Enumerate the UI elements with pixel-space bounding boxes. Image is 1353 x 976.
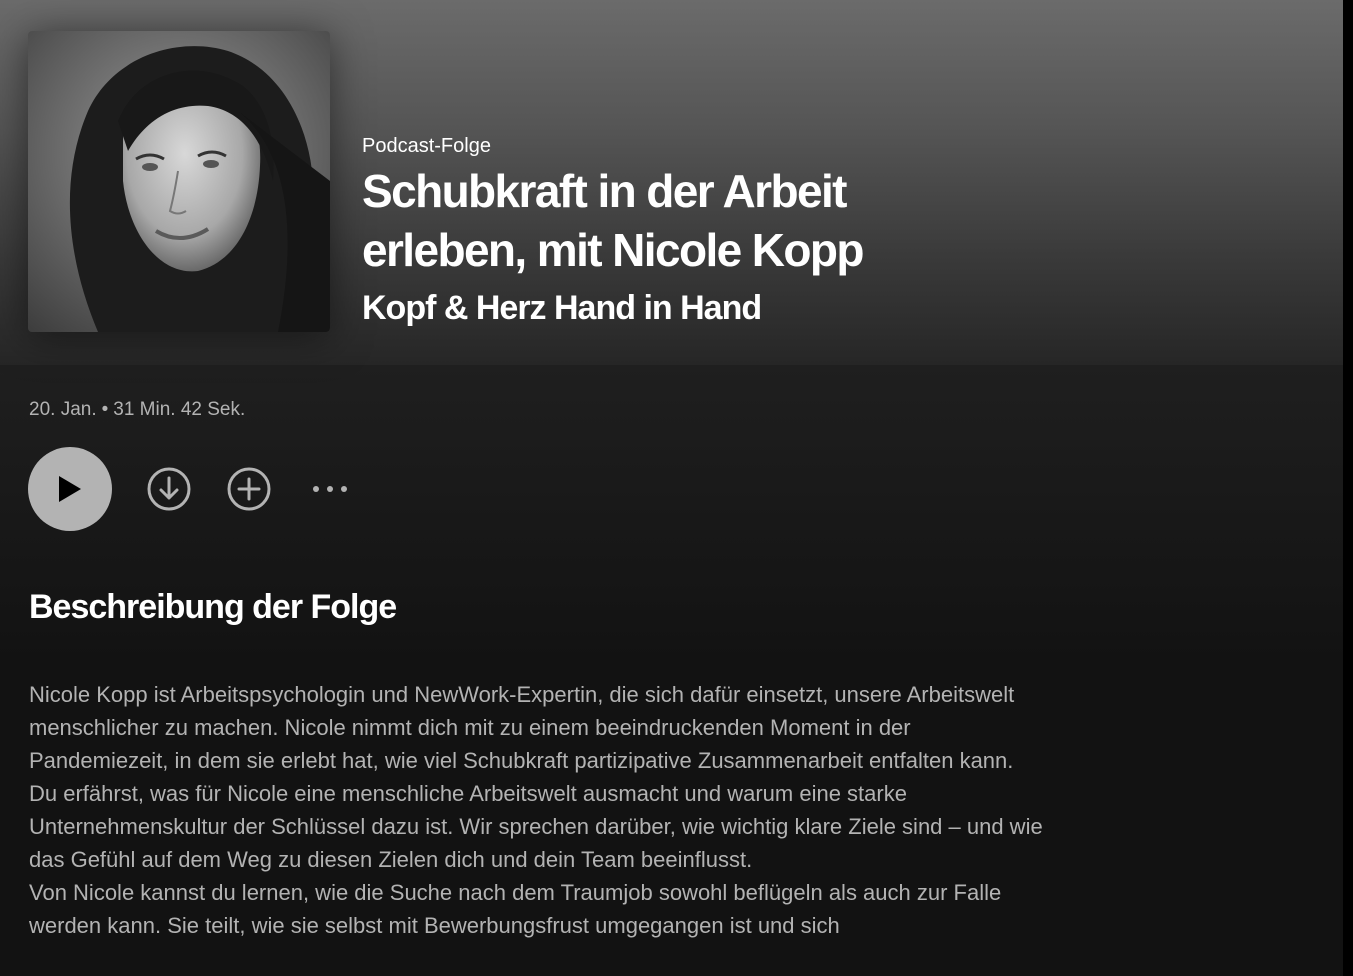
download-button[interactable] [146,466,192,512]
add-icon [227,467,271,511]
play-button[interactable] [28,447,112,531]
description-paragraph: Nicole Kopp ist Arbeitspsychologin und N… [29,682,1015,773]
episode-duration: 31 Min. 42 Sek. [113,399,246,420]
episode-description: Nicole Kopp ist Arbeitspsychologin und N… [29,678,1049,942]
portrait-photo-icon [28,31,330,332]
description-paragraph: Du erfährst, was für Nicole eine menschl… [29,781,1043,872]
play-icon [59,476,81,502]
episode-kind-label: Podcast-Folge [362,135,491,157]
episode-title: Schubkraft in der Arbeit erleben, mit Ni… [362,165,865,276]
scrollbar[interactable] [1343,0,1353,976]
episode-meta: 20. Jan. • 31 Min. 42 Sek. [29,399,245,421]
show-name-link[interactable]: Kopf & Herz Hand in Hand [362,289,762,328]
more-options-icon [313,486,347,492]
description-heading: Beschreibung der Folge [29,588,397,626]
release-date: 20. Jan. [29,399,97,420]
download-icon [147,467,191,511]
add-to-library-button[interactable] [226,466,272,512]
description-paragraph: Von Nicole kannst du lernen, wie die Suc… [29,880,1002,938]
episode-page: Podcast-Folge Schubkraft in der Arbeit e… [0,0,1343,976]
meta-separator: • [101,399,109,420]
more-options-button[interactable] [307,466,353,512]
episode-cover-image [28,31,330,332]
